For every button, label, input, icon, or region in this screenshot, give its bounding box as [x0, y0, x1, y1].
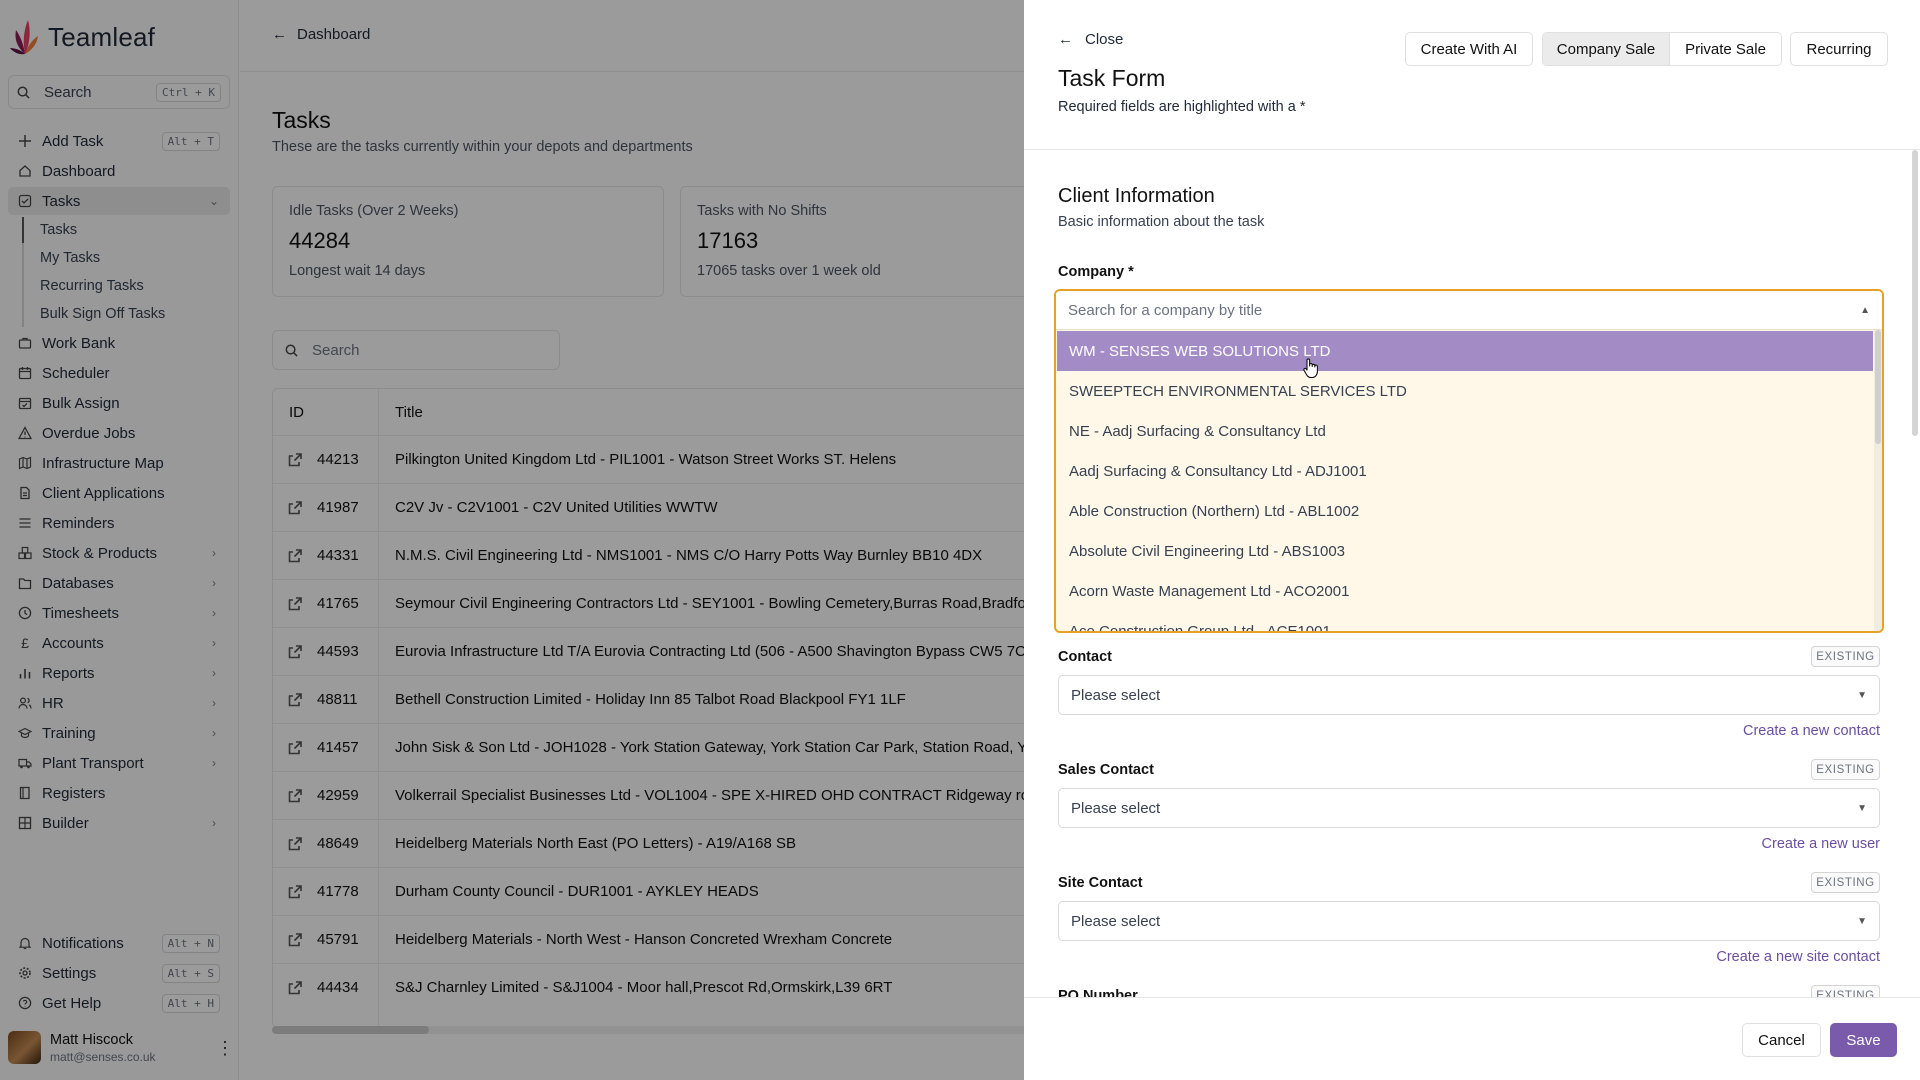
contact-select[interactable]: Please select ▼	[1058, 675, 1880, 715]
cancel-button[interactable]: Cancel	[1742, 1023, 1821, 1057]
company-option[interactable]: Absolute Civil Engineering Ltd - ABS1003	[1057, 531, 1873, 571]
company-option[interactable]: SWEEPTECH ENVIRONMENTAL SERVICES LTD	[1057, 371, 1873, 411]
arrow-left-icon: ←	[1058, 31, 1073, 48]
caret-up-icon: ▲	[1860, 304, 1870, 316]
select-value: Please select	[1071, 912, 1161, 930]
tab-private-sale[interactable]: Private Sale	[1670, 33, 1781, 65]
modal-backdrop[interactable]	[0, 0, 1024, 1080]
company-search-input[interactable]: Search for a company by title ▲	[1056, 291, 1882, 330]
save-button[interactable]: Save	[1830, 1023, 1897, 1057]
select-value: Please select	[1071, 686, 1161, 704]
close-label: Close	[1085, 31, 1124, 48]
existing-badge[interactable]: EXISTING	[1811, 759, 1880, 780]
caret-down-icon: ▼	[1857, 802, 1867, 814]
close-button[interactable]: ← Close	[1058, 31, 1123, 48]
company-search-placeholder: Search for a company by title	[1068, 301, 1263, 319]
contact-label: Contact	[1058, 649, 1112, 665]
form-title: Task Form	[1058, 65, 1166, 91]
existing-badge[interactable]: EXISTING	[1811, 872, 1880, 893]
section-subtitle: Basic information about the task	[1058, 214, 1265, 230]
site-contact-label: Site Contact	[1058, 875, 1143, 891]
create-user-link[interactable]: Create a new user	[1762, 836, 1880, 852]
sale-type-toggle: Company Sale Private Sale	[1542, 32, 1782, 66]
company-label: Company *	[1058, 264, 1134, 280]
create-contact-link[interactable]: Create a new contact	[1743, 723, 1880, 739]
company-option[interactable]: WM - SENSES WEB SOLUTIONS LTD	[1057, 331, 1873, 371]
select-value: Please select	[1071, 799, 1161, 817]
company-option[interactable]: Aadj Surfacing & Consultancy Ltd - ADJ10…	[1057, 451, 1873, 491]
create-with-ai-button[interactable]: Create With AI	[1405, 32, 1533, 66]
company-option[interactable]: Acorn Waste Management Ltd - ACO2001	[1057, 571, 1873, 611]
site-contact-select[interactable]: Please select ▼	[1058, 901, 1880, 941]
panel-scrollbar[interactable]	[1912, 150, 1918, 436]
recurring-button[interactable]: Recurring	[1790, 32, 1888, 66]
task-form-panel: ← Close Task Form Required fields are hi…	[1024, 0, 1920, 1080]
dropdown-scrollbar[interactable]	[1874, 330, 1882, 631]
tab-company-sale[interactable]: Company Sale	[1543, 33, 1670, 65]
section-title: Client Information	[1058, 185, 1215, 207]
mouse-pointer-icon	[1303, 358, 1318, 379]
create-site-contact-link[interactable]: Create a new site contact	[1716, 949, 1880, 965]
form-footer: Cancel Save	[1024, 997, 1920, 1080]
company-option[interactable]: Ace Construction Group Ltd - ACE1001	[1057, 611, 1873, 632]
existing-badge[interactable]: EXISTING	[1811, 646, 1880, 667]
sales-contact-select[interactable]: Please select ▼	[1058, 788, 1880, 828]
caret-down-icon: ▼	[1857, 689, 1867, 701]
sales-contact-label: Sales Contact	[1058, 762, 1154, 778]
company-option[interactable]: NE - Aadj Surfacing & Consultancy Ltd	[1057, 411, 1873, 451]
company-combobox[interactable]: Search for a company by title ▲ WM - SEN…	[1054, 289, 1884, 633]
company-option[interactable]: Able Construction (Northern) Ltd - ABL10…	[1057, 491, 1873, 531]
form-subtitle: Required fields are highlighted with a *	[1058, 99, 1306, 115]
caret-down-icon: ▼	[1857, 915, 1867, 927]
